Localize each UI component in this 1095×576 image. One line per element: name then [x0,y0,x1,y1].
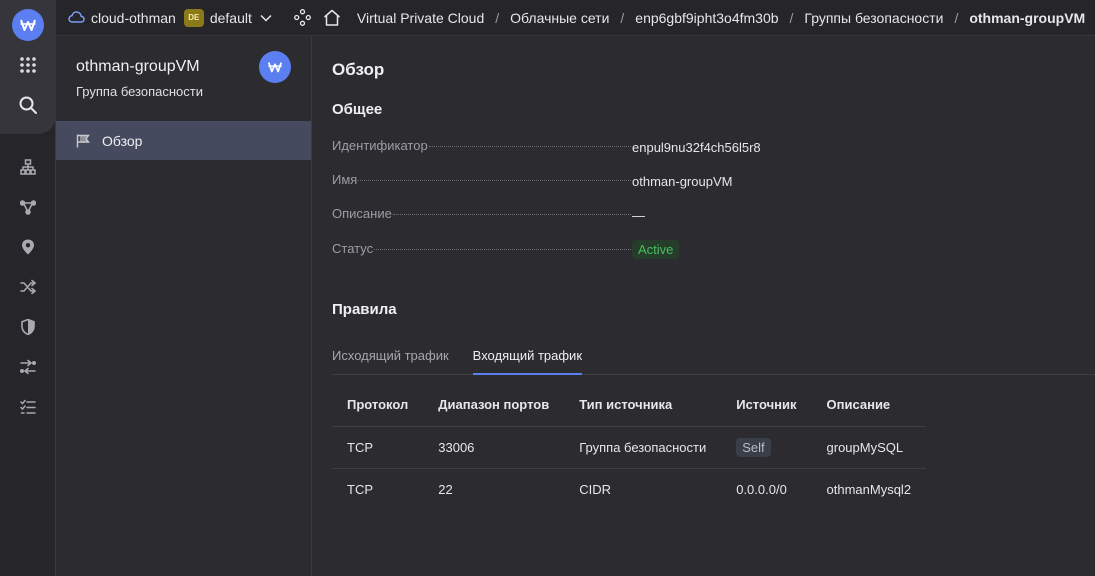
sidebar-subtitle: Группа безопасности [76,84,203,99]
rules-heading: Правила [332,301,397,318]
breadcrumb-separator: / [789,9,794,26]
column-header-port-range[interactable]: Диапазон портов [423,384,565,427]
sidebar-item-label: Обзор [102,132,143,149]
cell-description: othmanMysql2 [826,481,912,497]
tab-ingress[interactable]: Входящий трафик [472,344,583,375]
cell-protocol: TCP [347,481,373,497]
cell-source: Self [721,426,812,469]
cell-port-range: 33006 [423,426,565,469]
traffic-tabs: Исходящий трафик Входящий трафик [332,344,1095,375]
table-header-row: Протокол Диапазон портов Тип источника И… [332,384,927,427]
cell-source: 0.0.0.0/0 [736,481,787,497]
column-header-source[interactable]: Источник [721,384,812,427]
folder-name: default [209,9,252,26]
breadcrumb-network-id[interactable]: enp6gbf9ipht3o4fm30b [635,10,778,26]
breadcrumb: Virtual Private Cloud / Облачные сети / … [357,10,1085,26]
breadcrumb-vpc[interactable]: Virtual Private Cloud [357,10,484,26]
column-header-source-type[interactable]: Тип источника [564,384,722,427]
cloud-selector[interactable]: cloud-othman [68,10,176,26]
nav-rail [0,0,56,576]
breadcrumb-security-groups[interactable]: Группы безопасности [804,10,943,26]
rules-table: Протокол Диапазон портов Тип источника И… [332,384,927,510]
cell-description: groupMySQL [811,426,927,469]
property-key: Описание [332,206,392,221]
routing-shuffle-icon[interactable] [16,275,40,299]
shield-icon[interactable] [16,315,40,339]
cloud-icon [68,10,85,26]
checklist-icon[interactable] [16,395,40,419]
cell-source-type: CIDR [579,481,611,497]
property-row-id: Идентификатор [332,138,632,158]
top-bar: cloud-othman DE default Virtual Private … [56,0,1095,36]
property-row-status: Статус [332,241,632,261]
property-key: Идентификатор [332,138,428,153]
apps-grid-icon[interactable] [16,53,40,77]
service-avatar-icon [259,51,291,83]
breadcrumb-separator: / [495,9,500,26]
leader-dots [358,180,631,181]
breadcrumb-separator: / [954,9,959,26]
cloud-logo-icon[interactable] [12,9,44,41]
cell-port-range: 22 [438,481,453,497]
leader-dots [428,146,631,147]
cloud-name: cloud-othman [91,9,176,26]
folder-selector[interactable]: default [210,10,272,26]
flag-icon [76,134,90,147]
main-content: Обзор Общее Идентификатор enpul9nu32f4ch… [312,36,1095,576]
page-title: Обзор [332,60,385,79]
topology-icon[interactable] [16,195,40,219]
leader-dots [392,214,631,215]
property-key: Имя [332,172,358,187]
general-heading: Общее [332,101,383,118]
table-row[interactable]: TCP 22 CIDR 0.0.0.0/0 othmanMysql2 [332,468,926,510]
network-icon[interactable] [16,155,40,179]
home-icon[interactable] [323,9,341,26]
location-pin-icon[interactable] [16,235,40,259]
property-key: Статус [332,241,374,256]
sidebar-title: othman-groupVM [76,58,200,75]
column-header-protocol[interactable]: Протокол [332,384,424,427]
sidebar-item-overview[interactable]: Обзор [56,121,311,160]
leader-dots [374,249,631,250]
search-icon[interactable] [16,93,40,117]
breadcrumb-separator: / [620,9,625,26]
services-hub-icon[interactable] [293,9,311,26]
property-value-name: othman-groupVM [632,174,733,189]
tab-egress[interactable]: Исходящий трафик [332,344,449,374]
property-value-id: enpul9nu32f4ch56l5r8 [632,140,761,155]
breadcrumb-current: othman-groupVM [969,9,1086,26]
status-badge: Active [632,240,680,259]
breadcrumb-cloud-networks[interactable]: Облачные сети [510,10,609,26]
column-header-description[interactable]: Описание [811,384,927,427]
table-row[interactable]: TCP 33006 Группа безопасности Self group… [332,426,927,469]
chevron-down-icon [260,14,272,22]
cell-source-type: Группа безопасности [564,426,722,469]
property-row-name: Имя [332,172,632,192]
property-value-description: — [632,208,645,223]
balancer-icon[interactable] [16,355,40,379]
self-badge: Self [736,437,771,457]
property-row-description: Описание [332,206,632,226]
cell-protocol: TCP [332,426,424,469]
resource-sidebar: othman-groupVM Группа безопасности Обзор [56,36,312,576]
folder-badge: DE [183,8,204,27]
